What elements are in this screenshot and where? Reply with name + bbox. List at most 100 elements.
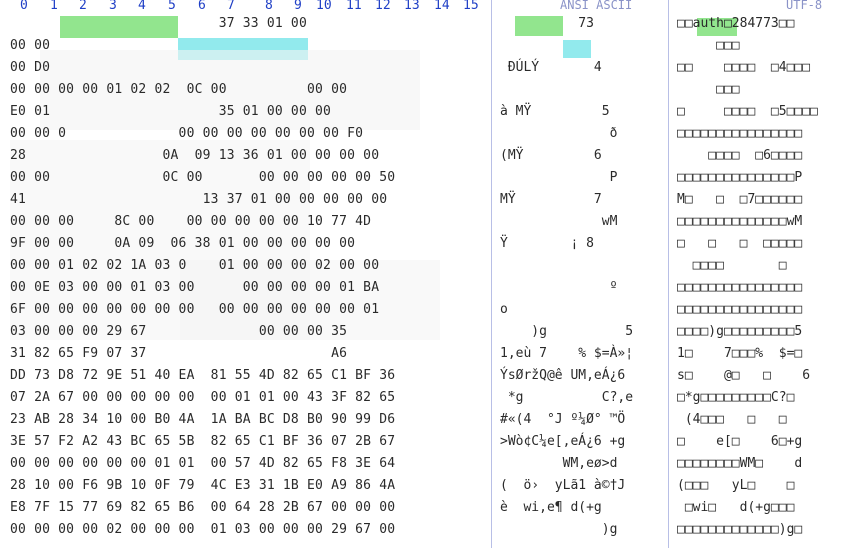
- hex-bytes[interactable]: 9F 00 00 0A 09 06 38 01 00 00 00 00 00: [10, 236, 355, 251]
- utf8-text[interactable]: □□□□□□□□□□□□□□□□: [677, 302, 802, 317]
- hex-bytes[interactable]: 00 00 0 00 00 00 00 00 00 00 F0: [10, 126, 363, 141]
- ansi-text[interactable]: Ÿ ¡ 8: [500, 236, 594, 251]
- hex-bytes[interactable]: 00 0E 03 00 00 01 03 00 00 00 00 00 01 B…: [10, 280, 379, 295]
- hex-bytes[interactable]: E0 01 35 01 00 00 00: [10, 104, 331, 119]
- utf8-text[interactable]: □□□□□□□□□□□□□□□□: [677, 126, 802, 141]
- utf8-text[interactable]: □□ □□□□ □4□□□: [677, 60, 810, 75]
- ansi-text[interactable]: 73: [500, 16, 594, 31]
- utf8-text[interactable]: □□□□□□□□WM□ d: [677, 456, 802, 471]
- hex-row[interactable]: 00 00 0 00 00 00 00 00 00 00 F0 ð □□□□□□…: [0, 126, 864, 149]
- ansi-text[interactable]: #«(4 °J º¼Ø° ™Ö: [500, 412, 625, 427]
- ansi-text[interactable]: (MŸ 6: [500, 148, 602, 163]
- hex-row[interactable]: DD 73 D8 72 9E 51 40 EA 81 55 4D 82 65 C…: [0, 368, 864, 391]
- hex-bytes[interactable]: 41 13 37 01 00 00 00 00 00: [10, 192, 387, 207]
- hex-bytes[interactable]: 00 00 01 02 02 1A 03 0 01 00 00 00 02 00…: [10, 258, 379, 273]
- utf8-text[interactable]: 1□ 7□□□% $=□: [677, 346, 802, 361]
- utf8-text[interactable]: □□auth□284773□□: [677, 16, 794, 31]
- hex-row[interactable]: 28 10 00 F6 9B 10 0F 79 4C E3 31 1B E0 A…: [0, 478, 864, 501]
- hex-row[interactable]: 00 00 00 8C 00 00 00 00 00 00 10 77 4D w…: [0, 214, 864, 237]
- ansi-text[interactable]: wM: [500, 214, 618, 229]
- ansi-text[interactable]: *g C?,e: [500, 390, 633, 405]
- hex-bytes[interactable]: 00 00: [10, 38, 50, 53]
- utf8-text[interactable]: □□□□□□□□□□□□□□□□: [677, 280, 802, 295]
- col-header-4: 4: [138, 0, 146, 13]
- hex-row[interactable]: 00 00 00 00 00 00 01 01 00 57 4D 82 65 F…: [0, 456, 864, 479]
- column-header: 0 1 2 3 4 5 6 7 8 9 10 11 12 13 14 15 AN…: [0, 0, 864, 14]
- utf8-text[interactable]: □□□□□□□□□□□□□□□P: [677, 170, 802, 185]
- hex-row[interactable]: 37 33 01 00 73 □□auth□284773□□: [0, 16, 864, 39]
- hex-row[interactable]: 00 00 00 00 01 02 02 0C 00 00 00 □□□: [0, 82, 864, 105]
- hex-row[interactable]: 07 2A 67 00 00 00 00 00 00 01 01 00 43 3…: [0, 390, 864, 413]
- utf8-text[interactable]: (□□□ yL□ □: [677, 478, 794, 493]
- hex-bytes[interactable]: 03 00 00 00 29 67 00 00 00 35: [10, 324, 347, 339]
- utf8-text[interactable]: □□□□□□□□□□□□□)g□: [677, 522, 802, 537]
- utf8-text[interactable]: □ □□□□ □5□□□□: [677, 104, 818, 119]
- ansi-text[interactable]: 1,eù 7 % $=À»¦: [500, 346, 633, 361]
- hex-row[interactable]: 00 0E 03 00 00 01 03 00 00 00 00 00 01 B…: [0, 280, 864, 303]
- hex-bytes[interactable]: E8 7F 15 77 69 82 65 B6 00 64 28 2B 67 0…: [10, 500, 395, 515]
- utf8-text[interactable]: □ e[□ 6□+g: [677, 434, 802, 449]
- utf8-text[interactable]: □□□: [677, 82, 740, 97]
- hex-bytes[interactable]: 00 00 00 00 00 00 01 01 00 57 4D 82 65 F…: [10, 456, 395, 471]
- ansi-text[interactable]: ð: [500, 126, 618, 141]
- hex-row[interactable]: 28 0A 09 13 36 01 00 00 00 00 (MŸ 6 □□□□…: [0, 148, 864, 171]
- ansi-text[interactable]: MŸ 7: [500, 192, 602, 207]
- hex-bytes[interactable]: 3E 57 F2 A2 43 BC 65 5B 82 65 C1 BF 36 0…: [10, 434, 395, 449]
- hex-row[interactable]: 6F 00 00 00 00 00 00 00 00 00 00 00 00 0…: [0, 302, 864, 325]
- ansi-text[interactable]: º: [500, 280, 618, 295]
- hex-bytes[interactable]: 6F 00 00 00 00 00 00 00 00 00 00 00 00 0…: [10, 302, 379, 317]
- hex-bytes[interactable]: 07 2A 67 00 00 00 00 00 00 01 01 00 43 3…: [10, 390, 395, 405]
- utf8-text[interactable]: M□ □ □7□□□□□□: [677, 192, 802, 207]
- hex-bytes[interactable]: 00 00 0C 00 00 00 00 00 00 50: [10, 170, 395, 185]
- hex-row[interactable]: 23 AB 28 34 10 00 B0 4A 1A BA BC D8 B0 9…: [0, 412, 864, 435]
- hex-row[interactable]: 03 00 00 00 29 67 00 00 00 35 )g 5 □□□□)…: [0, 324, 864, 347]
- utf8-text[interactable]: □*g□□□□□□□□□C?□: [677, 390, 794, 405]
- col-header-2: 2: [79, 0, 87, 13]
- ansi-text[interactable]: è wi,e¶ d(+g: [500, 500, 602, 515]
- hex-row[interactable]: 00 D0 ÐÚLÝ 4 □□ □□□□ □4□□□: [0, 60, 864, 83]
- col-header-5: 5: [168, 0, 176, 13]
- hex-row[interactable]: E0 01 35 01 00 00 00 à MŸ 5 □ □□□□ □5□□□…: [0, 104, 864, 127]
- ansi-text[interactable]: >Wò¢C¼e[,eÁ¿6 +g: [500, 434, 625, 449]
- hex-bytes[interactable]: 00 00 00 00 01 02 02 0C 00 00 00: [10, 82, 347, 97]
- utf8-text[interactable]: □ □ □ □□□□□: [677, 236, 802, 251]
- hex-row[interactable]: 9F 00 00 0A 09 06 38 01 00 00 00 00 00 Ÿ…: [0, 236, 864, 259]
- hex-bytes[interactable]: 00 D0: [10, 60, 50, 75]
- utf8-text[interactable]: □□□: [677, 38, 740, 53]
- hex-row[interactable]: 3E 57 F2 A2 43 BC 65 5B 82 65 C1 BF 36 0…: [0, 434, 864, 457]
- col-header-9: 9: [294, 0, 302, 13]
- ansi-text[interactable]: o: [500, 302, 508, 317]
- ansi-text[interactable]: )g: [500, 522, 618, 537]
- hex-bytes[interactable]: 37 33 01 00: [10, 16, 307, 31]
- utf8-text[interactable]: □□□□ □6□□□□: [677, 148, 802, 163]
- ansi-text[interactable]: )g 5: [500, 324, 633, 339]
- ansi-text[interactable]: à MŸ 5: [500, 104, 610, 119]
- hex-row[interactable]: E8 7F 15 77 69 82 65 B6 00 64 28 2B 67 0…: [0, 500, 864, 523]
- ansi-text[interactable]: WM,eø>d: [500, 456, 618, 471]
- ansi-text[interactable]: ÐÚLÝ 4: [500, 60, 602, 75]
- ansi-text[interactable]: ÝsØržQ@ê UM,eÁ¿6: [500, 368, 625, 383]
- hex-bytes[interactable]: 28 0A 09 13 36 01 00 00 00 00: [10, 148, 379, 163]
- hex-row[interactable]: 31 82 65 F9 07 37 A6 1,eù 7 % $=À»¦ 1□ 7…: [0, 346, 864, 369]
- hex-row[interactable]: 00 00 □□□: [0, 38, 864, 61]
- utf8-text[interactable]: (4□□□ □ □: [677, 412, 787, 427]
- ansi-text[interactable]: P: [500, 170, 618, 185]
- col-header-12: 12: [375, 0, 391, 13]
- hex-bytes[interactable]: 31 82 65 F9 07 37 A6: [10, 346, 347, 361]
- ansi-text[interactable]: ( ö› yLã1 à©†J: [500, 478, 625, 493]
- hex-bytes[interactable]: 00 00 00 00 02 00 00 00 01 03 00 00 00 2…: [10, 522, 395, 537]
- utf8-text[interactable]: s□ @□ □ 6: [677, 368, 810, 383]
- hex-bytes[interactable]: DD 73 D8 72 9E 51 40 EA 81 55 4D 82 65 C…: [10, 368, 395, 383]
- utf8-text[interactable]: □□□□)g□□□□□□□□□5: [677, 324, 802, 339]
- utf8-text[interactable]: □wi□ d(+g□□□: [677, 500, 795, 515]
- utf8-text[interactable]: □□□□ □: [677, 258, 787, 273]
- hex-bytes[interactable]: 23 AB 28 34 10 00 B0 4A 1A BA BC D8 B0 9…: [10, 412, 395, 427]
- hex-row[interactable]: 00 00 00 00 02 00 00 00 01 03 00 00 00 2…: [0, 522, 864, 545]
- hex-bytes[interactable]: 28 10 00 F6 9B 10 0F 79 4C E3 31 1B E0 A…: [10, 478, 395, 493]
- utf8-header: UTF-8: [786, 0, 823, 12]
- hex-row[interactable]: 00 00 01 02 02 1A 03 0 01 00 00 00 02 00…: [0, 258, 864, 281]
- utf8-text[interactable]: □□□□□□□□□□□□□□wM: [677, 214, 802, 229]
- hex-bytes[interactable]: 00 00 00 8C 00 00 00 00 00 00 10 77 4D: [10, 214, 371, 229]
- hex-row[interactable]: 41 13 37 01 00 00 00 00 00 MŸ 7 M□ □ □7□…: [0, 192, 864, 215]
- hex-row[interactable]: 00 00 0C 00 00 00 00 00 00 50 P □□□□□□□□…: [0, 170, 864, 193]
